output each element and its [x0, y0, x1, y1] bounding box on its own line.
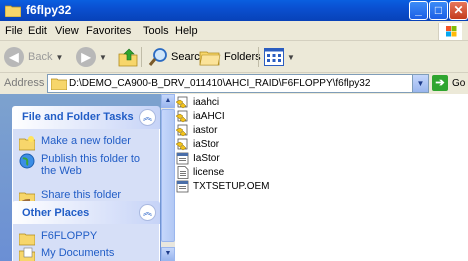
task-pane: File and Folder Tasks ︽ Make a new folde… — [0, 94, 175, 261]
file-item[interactable]: iaStor — [176, 137, 219, 151]
task-publish-web[interactable]: Publish this folder to the Web — [19, 153, 155, 177]
setup-info-icon — [176, 96, 188, 108]
close-button[interactable]: ✕ — [449, 1, 468, 20]
menu-favorites[interactable]: Favorites — [86, 25, 131, 37]
menu-tools[interactable]: Tools — [143, 25, 169, 37]
text-file-icon — [177, 165, 189, 179]
menu-view[interactable]: View — [55, 25, 79, 37]
folders-icon — [199, 51, 221, 66]
minimize-button[interactable]: _ — [409, 1, 428, 20]
menu-bar: File Edit View Favorites Tools Help — [0, 21, 468, 41]
go-button[interactable]: ➔ Go — [432, 75, 465, 91]
file-item[interactable]: license — [176, 165, 224, 179]
other-places-title: Other Places — [22, 207, 90, 219]
address-label: Address — [4, 77, 45, 89]
folders-button[interactable]: Folders — [199, 45, 261, 69]
menu-file[interactable]: File — [5, 25, 23, 37]
setup-info-icon — [176, 138, 188, 150]
forward-arrow-icon: ▶ — [76, 47, 96, 67]
go-arrow-icon: ➔ — [432, 75, 448, 91]
maximize-button[interactable]: □ — [429, 1, 448, 20]
address-bar: Address D:\DEMO_CA900-B_DRV_011410\AHCI_… — [0, 73, 468, 94]
chevron-down-icon: ▼ — [99, 52, 107, 62]
address-field[interactable]: D:\DEMO_CA900-B_DRV_011410\AHCI_RAID\F6F… — [47, 74, 429, 93]
menu-help[interactable]: Help — [175, 25, 198, 37]
windows-logo-icon — [438, 23, 462, 40]
file-list: iaahci iaAHCI iastor iaStor IaStor licen… — [176, 94, 468, 261]
up-folder-icon — [118, 48, 138, 67]
title-bar[interactable]: f6flpy32 _ □ ✕ — [0, 0, 468, 21]
scroll-up-button[interactable]: ▲ — [161, 94, 175, 108]
forward-button[interactable]: ▶ ▼ — [76, 45, 107, 69]
file-tasks-header[interactable]: File and Folder Tasks ︽ — [12, 106, 160, 129]
up-folder-button[interactable] — [117, 45, 139, 69]
other-places-panel: F6FLOPPY My Documents — [12, 224, 160, 261]
views-button[interactable]: ▼ — [264, 45, 295, 69]
address-path: D:\DEMO_CA900-B_DRV_011410\AHCI_RAID\F6F… — [69, 78, 371, 89]
folder-icon — [19, 233, 35, 246]
scroll-thumb[interactable] — [161, 109, 175, 242]
my-documents-icon — [19, 247, 35, 261]
setup-info-icon — [176, 124, 188, 136]
publish-web-icon — [19, 153, 35, 169]
setup-info-icon — [176, 110, 188, 122]
back-button[interactable]: ◀ Back ▼ — [4, 45, 63, 69]
menu-edit[interactable]: Edit — [28, 25, 47, 37]
back-arrow-icon: ◀ — [4, 47, 24, 67]
folder-icon — [50, 77, 68, 93]
window-title: f6flpy32 — [26, 3, 72, 17]
search-icon — [148, 48, 167, 66]
new-folder-icon — [19, 136, 35, 151]
scroll-down-button[interactable]: ▼ — [161, 247, 175, 261]
file-item[interactable]: TXTSETUP.OEM — [176, 179, 270, 193]
system-file-icon — [176, 180, 189, 192]
collapse-chevron-icon[interactable]: ︽ — [139, 109, 156, 126]
chevron-down-icon: ▼ — [55, 52, 64, 62]
file-item[interactable]: IaStor — [176, 151, 220, 165]
file-item[interactable]: iastor — [176, 123, 217, 137]
place-f6floppy[interactable]: F6FLOPPY — [19, 230, 97, 246]
task-pane-scrollbar[interactable]: ▲ ▼ — [161, 94, 175, 261]
file-item[interactable]: iaAHCI — [176, 109, 225, 123]
place-my-documents[interactable]: My Documents — [19, 247, 114, 261]
task-make-new-folder[interactable]: Make a new folder — [19, 135, 131, 151]
file-item[interactable]: iaahci — [176, 95, 219, 109]
other-places-header[interactable]: Other Places ︽ — [12, 201, 160, 224]
folder-icon — [4, 4, 22, 20]
search-button[interactable]: Search — [148, 45, 206, 69]
collapse-chevron-icon[interactable]: ︽ — [139, 204, 156, 221]
chevron-down-icon: ▼ — [287, 52, 295, 62]
toolbar: ◀ Back ▼ ▶ ▼ Search Folders ▼ — [0, 41, 468, 73]
address-dropdown-button[interactable]: ▼ — [412, 75, 428, 92]
system-file-icon — [176, 152, 189, 164]
file-tasks-title: File and Folder Tasks — [22, 111, 134, 123]
views-icon — [264, 48, 284, 66]
